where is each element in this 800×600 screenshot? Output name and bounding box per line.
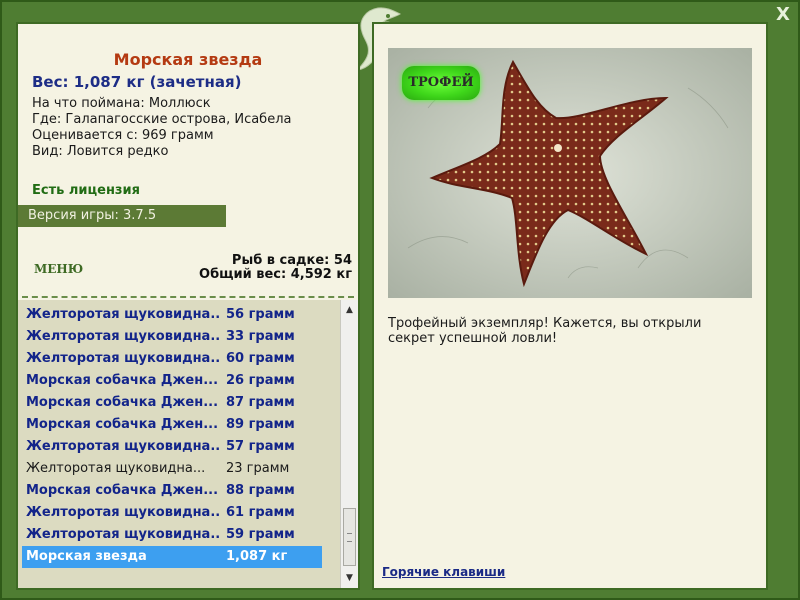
item-weight: 59 грамм <box>226 527 295 542</box>
item-weight: 57 грамм <box>226 439 295 454</box>
item-name: Желторотая щуковидна... <box>26 307 221 322</box>
fish-info-panel: Морская звезда Вес: 1,087 кг (зачетная) … <box>16 22 360 590</box>
item-name: Морская собачка Джен... <box>26 483 219 498</box>
hotkeys-link[interactable]: Горячие клавиши <box>382 565 505 579</box>
list-item[interactable]: Желторотая щуковидна... 23 грамм <box>22 458 322 480</box>
license-status: Есть лицензия <box>32 183 140 198</box>
item-weight: 23 грамм <box>226 461 290 476</box>
list-item[interactable]: Желторотая щуковидна... 57 грамм <box>22 436 322 458</box>
divider <box>22 296 354 298</box>
item-name: Морская собачка Джен... <box>26 373 219 388</box>
fish-photo-panel: ТРОФЕЙ Трофейный экземпляр! Кажется, вы … <box>372 22 768 590</box>
item-weight: 26 грамм <box>226 373 295 388</box>
item-weight: 88 грамм <box>226 483 295 498</box>
item-weight: 87 грамм <box>226 395 295 410</box>
item-name: Желторотая щуковидна... <box>26 329 221 344</box>
starfish-photo: ТРОФЕЙ <box>388 48 752 298</box>
list-item[interactable]: Морская собачка Джен... 26 грамм <box>22 370 322 392</box>
catch-count: Рыб в садке: 54 <box>231 253 352 268</box>
location-info: Где: Галапагосские острова, Исабела <box>32 112 292 127</box>
list-scrollbar[interactable]: ▲ ▼ <box>340 300 358 588</box>
list-item[interactable]: Морская собачка Джен... 87 грамм <box>22 392 322 414</box>
game-window: X Морская звезда Вес: 1,087 кг (зачетная… <box>0 0 800 600</box>
item-name: Желторотая щуковидна... <box>26 439 221 454</box>
item-name: Морская собачка Джен... <box>26 395 219 410</box>
scroll-up-arrow-icon[interactable]: ▲ <box>341 302 358 318</box>
item-name: Морская звезда <box>26 549 147 564</box>
item-weight: 60 грамм <box>226 351 295 366</box>
list-item[interactable]: Желторотая щуковидна... 60 грамм <box>22 348 322 370</box>
catch-total-weight: Общий вес: 4,592 кг <box>199 267 352 282</box>
item-weight: 89 грамм <box>226 417 295 432</box>
version-label: Версия игры: 3.7.5 <box>18 205 226 227</box>
rarity-info: Вид: Ловится редко <box>32 144 169 159</box>
item-weight: 33 грамм <box>226 329 295 344</box>
trophy-description: Трофейный экземпляр! Кажется, вы открыли… <box>388 316 702 346</box>
item-name: Морская собачка Джен... <box>26 417 219 432</box>
list-item[interactable]: Желторотая щуковидна... 56 грамм <box>22 304 322 326</box>
list-item[interactable]: Морская звезда 1,087 кг <box>22 546 322 568</box>
list-item[interactable]: Морская собачка Джен... 88 грамм <box>22 480 322 502</box>
list-item[interactable]: Морская собачка Джен... 89 грамм <box>22 414 322 436</box>
item-name: Желторотая щуковидна... <box>26 461 206 476</box>
scroll-down-arrow-icon[interactable]: ▼ <box>341 570 358 586</box>
menu-button[interactable]: МЕНЮ <box>34 262 83 276</box>
list-item[interactable]: Желторотая щуковидна... 33 грамм <box>22 326 322 348</box>
item-weight: 1,087 кг <box>226 549 288 564</box>
catch-list: Желторотая щуковидна... 56 грамм Желторо… <box>18 300 340 588</box>
item-name: Желторотая щуковидна... <box>26 351 221 366</box>
bait-info: На что поймана: Моллюск <box>32 96 211 111</box>
close-button[interactable]: X <box>772 4 794 26</box>
value-info: Оценивается с: 969 грамм <box>32 128 214 143</box>
item-name: Желторотая щуковидна... <box>26 527 221 542</box>
fish-title: Морская звезда <box>113 50 263 69</box>
item-name: Желторотая щуковидна... <box>26 505 221 520</box>
fish-weight: Вес: 1,087 кг (зачетная) <box>32 73 242 91</box>
item-weight: 56 грамм <box>226 307 295 322</box>
scroll-thumb[interactable] <box>343 508 356 566</box>
list-item[interactable]: Желторотая щуковидна... 59 грамм <box>22 524 322 546</box>
list-item[interactable]: Желторотая щуковидна... 61 грамм <box>22 502 322 524</box>
item-weight: 61 грамм <box>226 505 295 520</box>
trophy-badge: ТРОФЕЙ <box>402 66 480 100</box>
